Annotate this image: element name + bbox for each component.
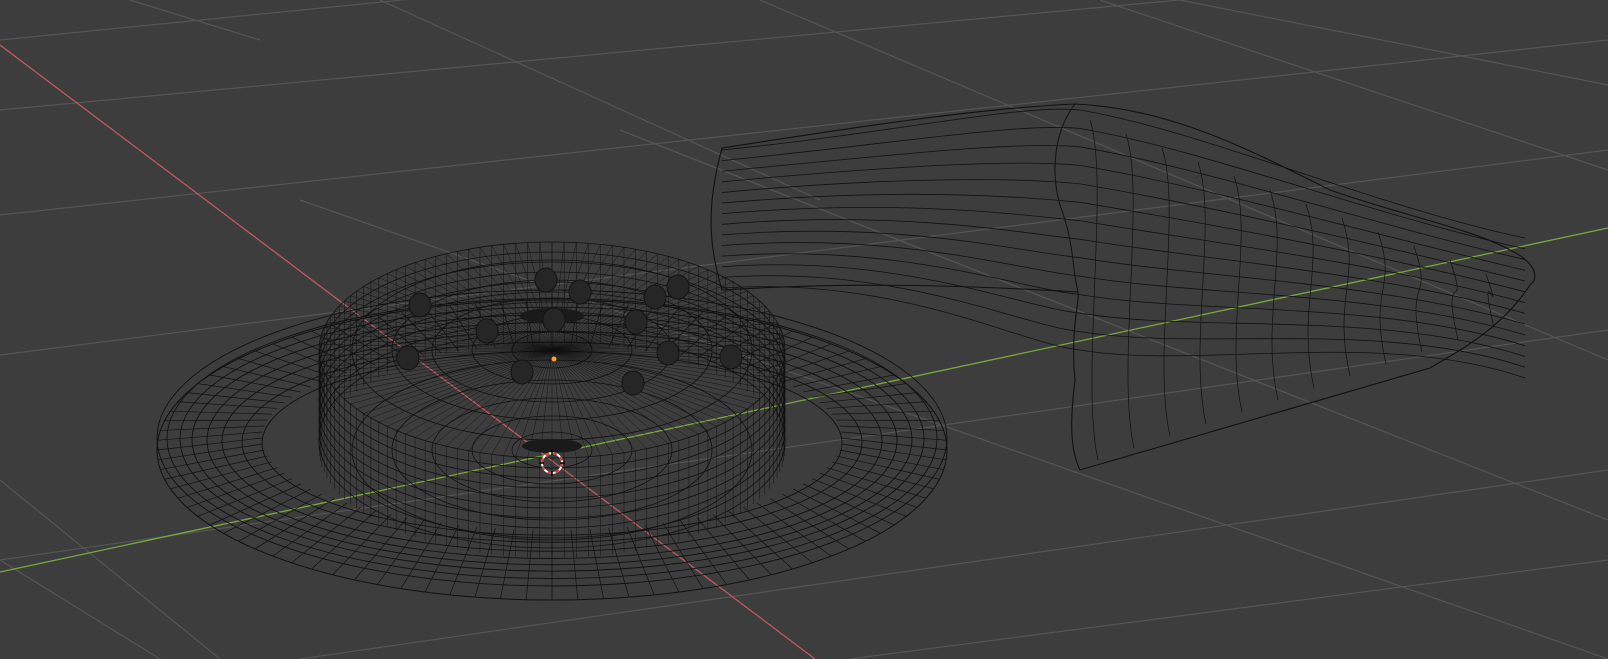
- plate-spoke: [209, 374, 301, 393]
- viewport-canvas[interactable]: [0, 0, 1608, 659]
- grid-line: [0, 559, 161, 659]
- grid-line: [0, 39, 1608, 216]
- pastry-spoke: [344, 300, 553, 351]
- grid-line: [849, 559, 1608, 659]
- plate-spoke: [354, 517, 408, 581]
- pastry-spoke: [539, 242, 553, 351]
- topping-sphere[interactable]: [666, 274, 690, 300]
- plate-spoke: [156, 437, 263, 451]
- topping-sphere[interactable]: [408, 292, 432, 318]
- slab-wireframe[interactable]: [710, 103, 1536, 471]
- plate-spoke: [160, 425, 265, 431]
- plate-spoke: [160, 449, 265, 470]
- plate-spoke: [781, 493, 866, 542]
- grid-line: [1099, 0, 1608, 171]
- grid-line: [129, 0, 261, 41]
- slab-cross-section: [1089, 119, 1099, 461]
- plate-spoke: [696, 517, 750, 581]
- slab-edge-loop: [721, 219, 1526, 314]
- plate-spoke: [186, 472, 285, 508]
- pastry-spoke: [320, 349, 553, 362]
- slab-edge-loop: [721, 206, 1526, 304]
- grid-line: [0, 329, 1608, 561]
- topping-sphere[interactable]: [542, 307, 566, 333]
- topping-sphere[interactable]: [568, 279, 592, 305]
- topping-sphere[interactable]: [510, 359, 534, 385]
- slab-edge-loop: [721, 193, 1526, 293]
- plate-spoke: [839, 449, 944, 470]
- pastry-spoke: [324, 327, 553, 351]
- slab-edge-loop: [721, 242, 1526, 336]
- slab-cross-section: [1125, 133, 1135, 449]
- grid-line: [1179, 0, 1608, 86]
- plate-spoke: [197, 478, 293, 517]
- 3d-viewport[interactable]: [0, 0, 1608, 659]
- pastry-spoke: [457, 349, 553, 449]
- pastry-spoke: [551, 251, 647, 351]
- topping-sphere[interactable]: [396, 345, 420, 371]
- pastry-spoke: [551, 349, 625, 453]
- grid-line: [379, 0, 821, 201]
- grid-line: [299, 469, 1608, 659]
- slab-cross-section: [1233, 175, 1243, 413]
- plate-spoke: [839, 425, 944, 431]
- plate-spoke: [819, 472, 918, 508]
- plate-spoke: [157, 431, 263, 441]
- slab-edge-loop: [721, 162, 1526, 271]
- plate-spoke: [841, 431, 947, 441]
- object-origin-marker: [551, 356, 557, 362]
- pastry-spoke: [457, 251, 553, 351]
- slab-edge-loop: [721, 179, 1526, 282]
- slab-edge-loop: [721, 145, 1526, 260]
- topping-sphere[interactable]: [624, 309, 648, 335]
- pastry-spoke: [551, 349, 647, 449]
- topping-sphere[interactable]: [621, 370, 645, 396]
- plate-spoke: [841, 437, 948, 451]
- topping-sphere[interactable]: [643, 284, 667, 310]
- slab-edge-loop: [721, 230, 1526, 325]
- slab-cross-section: [1305, 203, 1315, 389]
- world-axes: [0, 44, 1608, 659]
- slab-cross-section: [1413, 245, 1423, 353]
- topping-sphere[interactable]: [656, 340, 680, 366]
- slab-front-profile: [1054, 103, 1079, 293]
- slab-cross-section: [1377, 231, 1387, 365]
- plate-spoke: [793, 366, 881, 388]
- slab-outline: [710, 103, 1536, 471]
- plate-spoke: [836, 419, 940, 422]
- slab-edge-loop: [721, 264, 1526, 357]
- pastry-spoke: [551, 242, 565, 351]
- floor-grid: [0, 0, 1608, 659]
- topping-sphere[interactable]: [534, 267, 558, 293]
- plate-spoke: [811, 478, 907, 517]
- topping-sphere[interactable]: [475, 318, 499, 344]
- topping-sphere[interactable]: [719, 344, 743, 370]
- slab-edge-loop: [721, 127, 1526, 250]
- plate-spoke: [164, 419, 268, 422]
- plate-spoke: [223, 366, 311, 388]
